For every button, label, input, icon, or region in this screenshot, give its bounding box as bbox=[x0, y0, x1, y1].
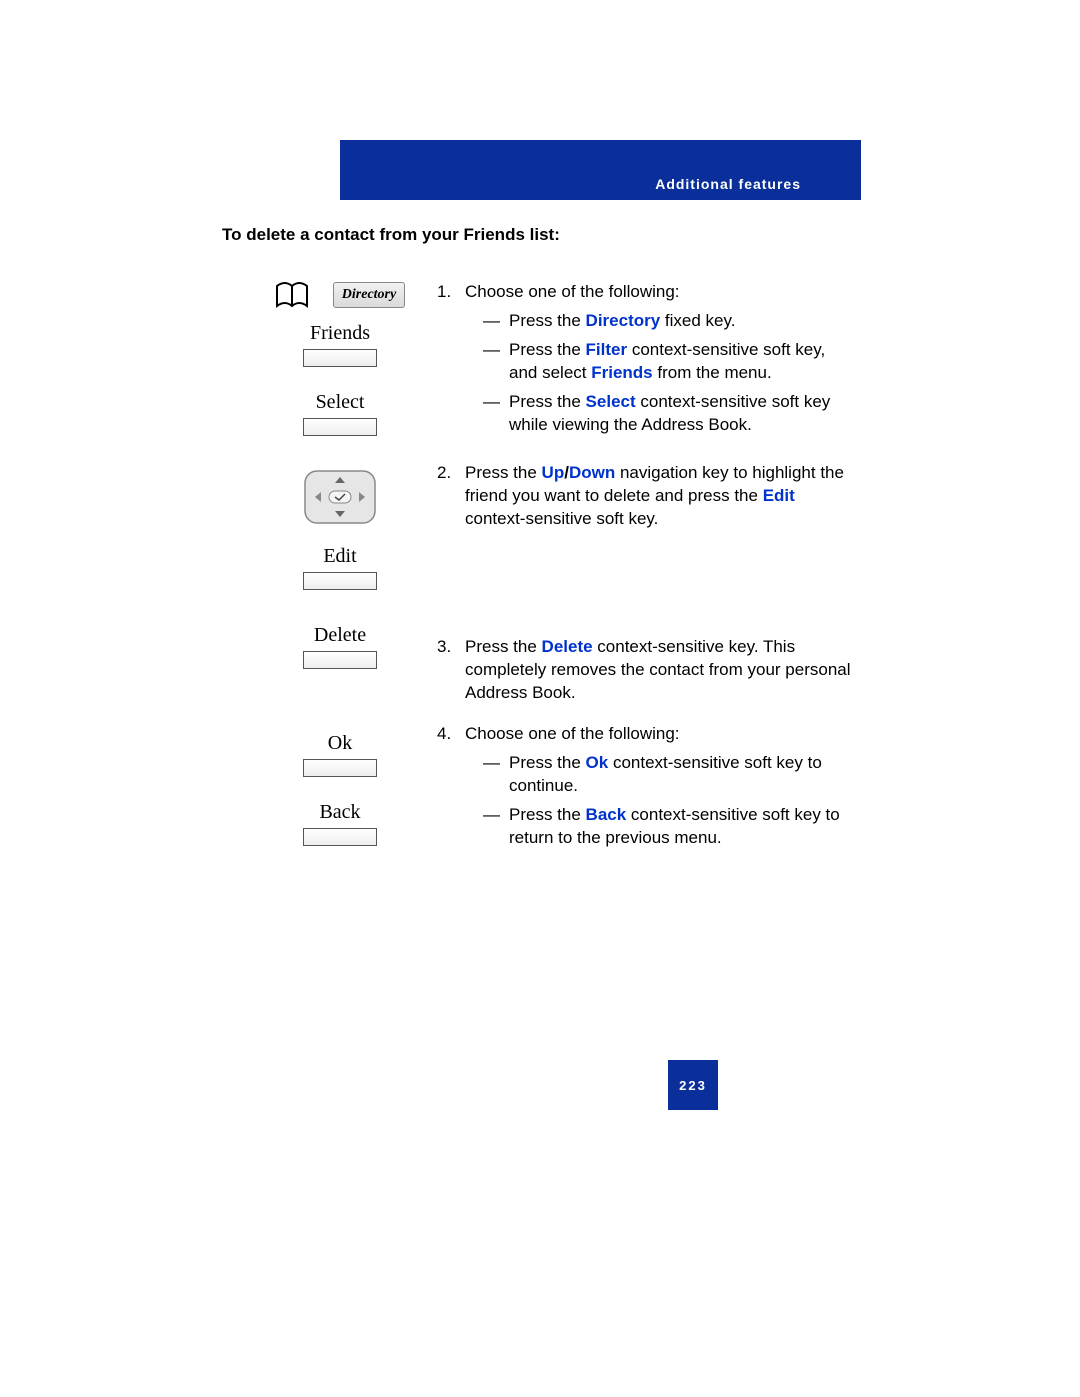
text: Press the bbox=[465, 463, 542, 482]
directory-key-label: Directory bbox=[342, 287, 396, 303]
text: Press the bbox=[509, 340, 586, 359]
book-icon bbox=[275, 280, 309, 310]
step1-bullet-b: — Press the Filter context-sensitive sof… bbox=[483, 339, 854, 385]
keyword-delete: Delete bbox=[542, 637, 593, 656]
step4-bullet-a: — Press the Ok context-sensitive soft ke… bbox=[483, 752, 854, 798]
step-number: 3. bbox=[437, 636, 465, 705]
softkey-button bbox=[303, 418, 377, 436]
steps-table: Directory Friends Select 1. bbox=[255, 280, 855, 874]
select-softkey: Select bbox=[298, 391, 382, 436]
section-header-bar: Additional features bbox=[340, 140, 861, 200]
step-2: 2. Press the Up/Down navigation key to h… bbox=[437, 462, 854, 531]
keyword-down: Down bbox=[569, 463, 615, 482]
step4-bullet-b: — Press the Back context-sensitive soft … bbox=[483, 804, 854, 850]
step-number: 1. bbox=[437, 281, 465, 443]
select-label: Select bbox=[298, 391, 382, 414]
page-number-box: 223 bbox=[668, 1060, 718, 1110]
text: Press the bbox=[509, 753, 586, 772]
step-number: 4. bbox=[437, 723, 465, 856]
softkey-button bbox=[303, 349, 377, 367]
step1-bullet-a: — Press the Directory fixed key. bbox=[483, 310, 735, 333]
softkey-button bbox=[303, 828, 377, 846]
softkey-button bbox=[303, 651, 377, 669]
text: Press the bbox=[509, 311, 586, 330]
text: context-sensitive soft key. bbox=[465, 509, 658, 528]
keyword-edit: Edit bbox=[763, 486, 795, 505]
directory-row: Directory bbox=[255, 280, 425, 310]
back-label: Back bbox=[298, 801, 382, 824]
delete-label: Delete bbox=[298, 624, 382, 647]
softkey-button bbox=[303, 572, 377, 590]
friends-softkey: Friends bbox=[298, 322, 382, 367]
text: fixed key. bbox=[660, 311, 735, 330]
page-number: 223 bbox=[679, 1078, 707, 1093]
edit-label: Edit bbox=[298, 545, 382, 568]
page-heading: To delete a contact from your Friends li… bbox=[222, 225, 560, 245]
keyword-directory: Directory bbox=[586, 311, 661, 330]
friends-label: Friends bbox=[298, 322, 382, 345]
manual-page: Additional features To delete a contact … bbox=[0, 0, 1080, 1397]
keyword-filter: Filter bbox=[586, 340, 628, 359]
keyword-back: Back bbox=[586, 805, 627, 824]
step1-lead: Choose one of the following: bbox=[465, 282, 680, 301]
delete-softkey: Delete bbox=[298, 624, 382, 669]
text: Press the bbox=[509, 805, 586, 824]
content-area: Directory Friends Select 1. bbox=[255, 280, 855, 874]
ok-label: Ok bbox=[298, 732, 382, 755]
step-3: 3. Press the Delete context-sensitive ke… bbox=[437, 636, 854, 705]
text: Press the bbox=[509, 392, 586, 411]
keyword-ok: Ok bbox=[586, 753, 609, 772]
text: from the menu. bbox=[653, 363, 772, 382]
back-softkey: Back bbox=[298, 801, 382, 846]
ok-softkey: Ok bbox=[298, 732, 382, 777]
step-4: 4. Choose one of the following: — Press … bbox=[437, 723, 854, 856]
section-title: Additional features bbox=[655, 176, 801, 192]
step1-bullet-c: — Press the Select context-sensitive sof… bbox=[483, 391, 854, 437]
navigation-pad-icon bbox=[301, 467, 379, 527]
text: Press the bbox=[465, 637, 542, 656]
keyword-up: Up bbox=[542, 463, 565, 482]
keyword-friends: Friends bbox=[591, 363, 652, 382]
edit-softkey: Edit bbox=[298, 545, 382, 590]
step-number: 2. bbox=[437, 462, 465, 531]
step-1: 1. Choose one of the following: — Press … bbox=[437, 281, 854, 443]
softkey-button bbox=[303, 759, 377, 777]
step4-lead: Choose one of the following: bbox=[465, 724, 680, 743]
keyword-select: Select bbox=[586, 392, 636, 411]
directory-fixed-key: Directory bbox=[333, 282, 405, 308]
